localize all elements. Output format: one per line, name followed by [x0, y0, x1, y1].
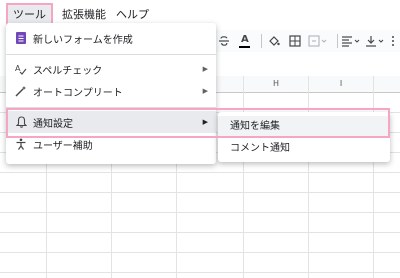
strikethrough-icon[interactable]	[216, 32, 233, 50]
align-icon[interactable]	[341, 32, 361, 50]
grid-line	[0, 272, 400, 273]
column-header-i[interactable]: I	[309, 76, 373, 92]
bell-icon	[15, 116, 27, 128]
grid-line	[0, 192, 400, 193]
menu-item-notification-settings[interactable]: 通知設定 ▶	[6, 111, 216, 133]
menu-item-autocomplete[interactable]: オートコンプリート ▶	[6, 80, 216, 102]
accessibility-icon	[15, 138, 27, 150]
submenu-arrow-icon: ▶	[202, 87, 208, 95]
toolbar: A	[216, 30, 400, 52]
svg-text:A: A	[15, 64, 21, 73]
merge-cells-icon[interactable]	[307, 32, 329, 50]
grid-line	[0, 232, 400, 233]
menu-item-label: オートコンプリート	[33, 87, 123, 99]
borders-icon[interactable]	[286, 32, 303, 50]
spellcheck-icon: A	[15, 63, 27, 75]
grid-line	[373, 76, 374, 278]
menu-item-label: 新しいフォームを作成	[33, 34, 133, 46]
vertical-align-icon[interactable]	[365, 32, 385, 50]
menu-divider	[6, 107, 216, 108]
grid-line	[308, 76, 309, 278]
form-icon	[15, 32, 27, 44]
more-options-icon[interactable]	[389, 32, 396, 50]
autocomplete-icon	[15, 85, 27, 97]
toolbar-divider	[336, 34, 338, 48]
submenu-arrow-icon: ▶	[202, 65, 208, 73]
menu-item-label: スペルチェック	[33, 65, 103, 77]
menu-divider	[6, 54, 216, 55]
menu-item-accessibility[interactable]: ユーザー補助	[6, 133, 216, 155]
menu-item-label: ユーザー補助	[33, 140, 93, 152]
menu-item-create-form[interactable]: 新しいフォームを作成	[6, 27, 216, 49]
column-header-h[interactable]: H	[244, 76, 308, 92]
submenu-item-comment-notifications[interactable]: コメント通知	[218, 138, 390, 160]
grid-line	[243, 76, 244, 278]
toolbar-divider	[261, 34, 262, 48]
text-color-button[interactable]: A	[237, 32, 254, 50]
tools-menu: 新しいフォームを作成 A スペルチェック ▶ オートコンプリート ▶ 通知設定 …	[6, 23, 216, 164]
menu-item-spellcheck[interactable]: A スペルチェック ▶	[6, 58, 216, 80]
grid-line	[0, 252, 400, 253]
grid-line	[0, 172, 400, 173]
grid-line	[0, 212, 400, 213]
fill-color-icon[interactable]	[266, 32, 283, 50]
menu-item-label: 通知設定	[33, 118, 73, 130]
text-color-glyph: A	[240, 33, 249, 45]
text-color-bar	[239, 45, 251, 48]
submenu-arrow-icon: ▶	[202, 118, 208, 126]
notification-submenu: 通知を編集 コメント通知	[218, 112, 390, 162]
submenu-item-edit-notifications[interactable]: 通知を編集	[218, 116, 390, 138]
